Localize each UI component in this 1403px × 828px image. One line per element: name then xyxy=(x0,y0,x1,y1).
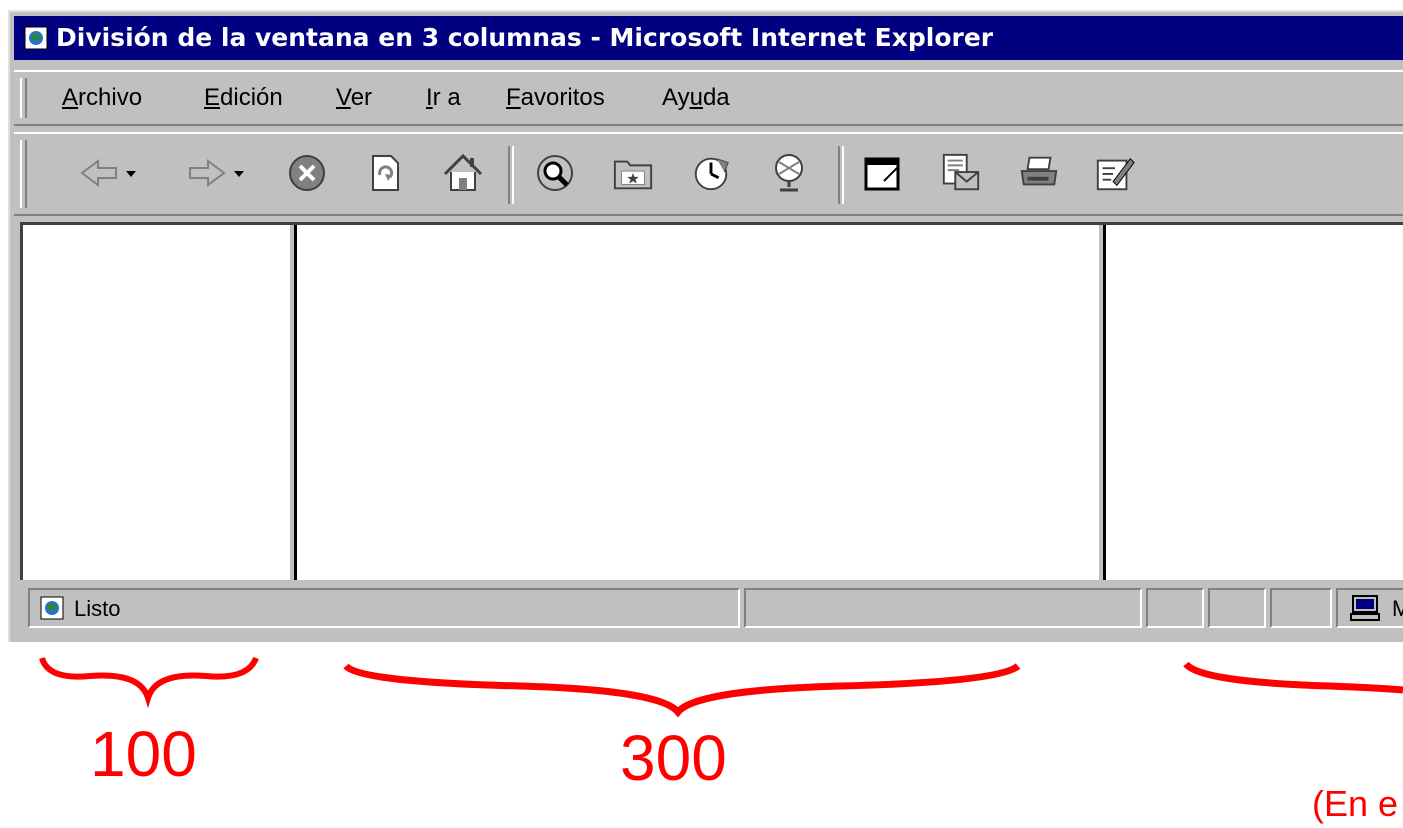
status-main-panel xyxy=(28,588,740,628)
mail-icon xyxy=(942,153,980,191)
frame-right[interactable] xyxy=(1106,225,1403,580)
middle-width-label: 300 xyxy=(620,722,727,794)
left-width-label: 100 xyxy=(90,718,197,790)
menubar-grip[interactable] xyxy=(20,78,27,118)
ie-page-icon xyxy=(24,26,48,50)
computer-icon xyxy=(1350,595,1380,621)
search-button[interactable] xyxy=(534,150,576,196)
frame-border-left[interactable] xyxy=(288,225,297,580)
menu-archivo[interactable]: Archivo xyxy=(62,84,142,112)
menu-bar: Archivo Edición Ver Ir a Favoritos Ayuda xyxy=(14,70,1403,126)
title-bar[interactable]: División de la ventana en 3 columnas - M… xyxy=(14,16,1403,60)
edit-button[interactable] xyxy=(1094,150,1136,196)
frame-border-right[interactable] xyxy=(1097,225,1106,580)
channels-icon xyxy=(775,154,803,192)
note-label: (En e xyxy=(1312,783,1399,824)
home-icon xyxy=(443,153,483,191)
browser-window: División de la ventana en 3 columnas - M… xyxy=(8,10,1403,642)
menu-ir-a[interactable]: Ir a xyxy=(426,84,461,112)
search-icon xyxy=(537,155,573,191)
edit-icon xyxy=(1096,157,1135,191)
toolbar-separator xyxy=(838,146,844,204)
menu-favoritos[interactable]: Favoritos xyxy=(506,84,605,112)
forward-button[interactable] xyxy=(182,150,252,196)
zone-text: M xyxy=(1392,596,1403,621)
middle-brace xyxy=(343,663,1021,718)
status-bar: Listo M xyxy=(20,584,1403,632)
status-progress-panel xyxy=(744,588,1142,628)
home-button[interactable] xyxy=(442,150,484,196)
status-panel xyxy=(1270,588,1332,628)
standard-toolbar xyxy=(14,132,1403,216)
favorites-button[interactable] xyxy=(612,150,654,196)
fullscreen-button[interactable] xyxy=(862,150,904,196)
channels-button[interactable] xyxy=(768,150,810,196)
window-title: División de la ventana en 3 columnas - M… xyxy=(56,23,994,52)
print-button[interactable] xyxy=(1018,150,1060,196)
refresh-icon xyxy=(372,155,399,191)
forward-icon xyxy=(189,159,244,187)
frameset-area xyxy=(20,222,1403,580)
history-button[interactable] xyxy=(690,150,732,196)
frame-left[interactable] xyxy=(23,225,288,580)
menu-edicion[interactable]: Edición xyxy=(204,84,283,112)
back-icon xyxy=(80,159,136,187)
right-brace xyxy=(1183,661,1403,694)
favorites-icon xyxy=(613,160,653,190)
ie-page-icon xyxy=(40,596,64,620)
status-panel xyxy=(1146,588,1204,628)
refresh-button[interactable] xyxy=(364,150,406,196)
toolbar-separator xyxy=(508,146,514,204)
history-icon xyxy=(694,157,729,191)
mail-button[interactable] xyxy=(940,150,982,196)
stop-icon xyxy=(289,155,325,191)
status-panel xyxy=(1208,588,1266,628)
status-text: Listo xyxy=(74,596,121,621)
fullscreen-icon xyxy=(864,157,900,191)
stop-button[interactable] xyxy=(286,150,328,196)
menu-ver[interactable]: Ver xyxy=(336,84,372,112)
back-button[interactable] xyxy=(74,150,144,196)
frame-middle[interactable] xyxy=(297,225,1097,580)
print-icon xyxy=(1020,156,1058,186)
left-brace xyxy=(39,656,259,709)
toolbar-grip[interactable] xyxy=(20,140,27,208)
menu-ayuda[interactable]: Ayuda xyxy=(662,84,730,112)
